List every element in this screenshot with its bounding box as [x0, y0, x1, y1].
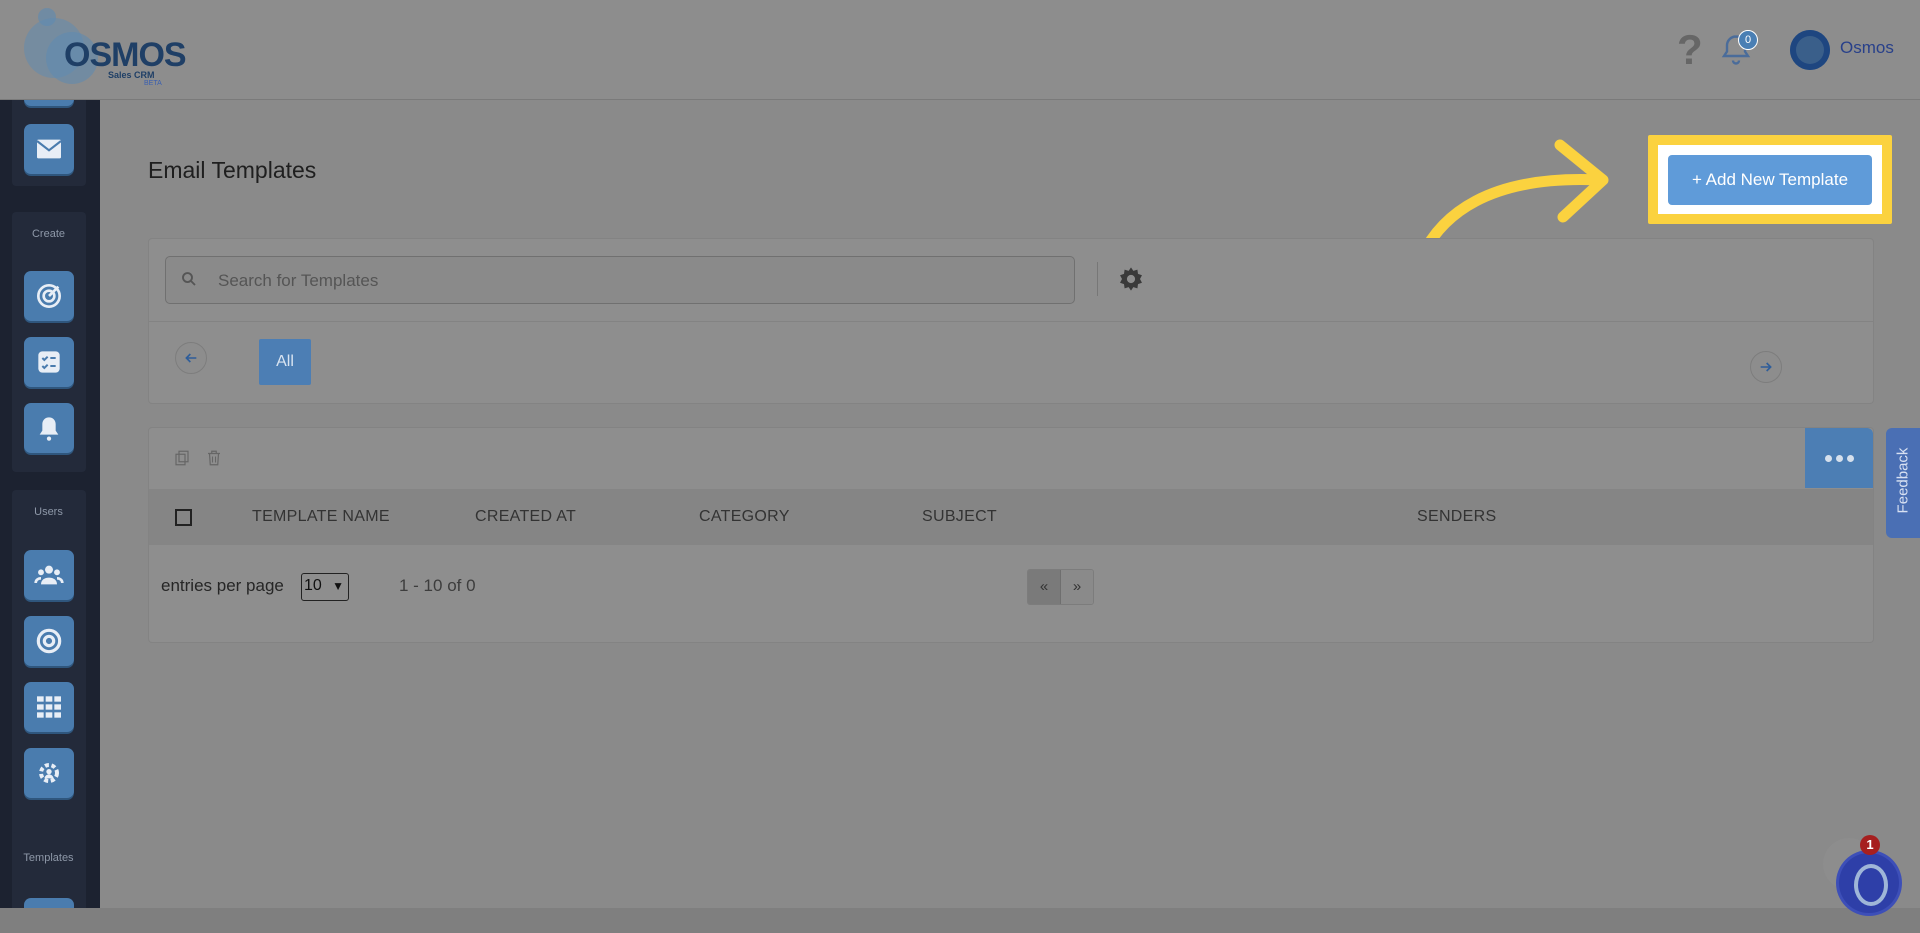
- notification-count-badge: 0: [1738, 30, 1758, 50]
- search-input[interactable]: [216, 269, 1020, 293]
- templates-table-panel: TEMPLATE NAME CREATED AT CATEGORY SUBJEC…: [148, 427, 1874, 643]
- filter-panel: All: [148, 238, 1874, 404]
- prev-page-button[interactable]: «: [1028, 570, 1061, 604]
- pagination-range: 1 - 10 of 0: [399, 576, 476, 595]
- sidebar-section-label: Users: [34, 506, 63, 518]
- divider: [1097, 262, 1098, 296]
- page-title: Email Templates: [148, 157, 317, 183]
- column-header-category[interactable]: CATEGORY: [699, 508, 790, 526]
- sidebar-section-label: Templates: [23, 852, 74, 864]
- search-box: [165, 256, 1075, 304]
- dot: [1835, 454, 1843, 462]
- logo-beta: BETA: [144, 80, 162, 87]
- sidebar-section-label: Create: [31, 228, 66, 240]
- search-icon: [182, 272, 196, 286]
- chat-icon: [1854, 864, 1888, 906]
- filter-chip-all[interactable]: All: [259, 339, 311, 385]
- divider: [149, 321, 1873, 322]
- scroll-left-button[interactable]: [175, 342, 207, 374]
- per-page-select[interactable]: 10 ▼: [301, 573, 349, 601]
- feedback-label: Feedback: [1894, 447, 1912, 514]
- app-logo[interactable]: OSMOS Sales CRM BETA: [24, 8, 187, 92]
- add-new-template-button[interactable]: + Add New Template: [1668, 155, 1872, 205]
- bottom-strip: [0, 908, 1920, 933]
- dot: [1824, 454, 1832, 462]
- help-icon[interactable]: ?: [1677, 26, 1703, 74]
- highlight-frame: + Add New Template: [1648, 135, 1892, 224]
- table-header: TEMPLATE NAME CREATED AT CATEGORY SUBJEC…: [149, 489, 1873, 545]
- alarm-bell-icon[interactable]: [24, 403, 74, 453]
- chat-unread-badge: 1: [1860, 835, 1880, 855]
- sidebar-item-partial[interactable]: [24, 898, 74, 908]
- next-page-button[interactable]: »: [1061, 570, 1093, 604]
- sidebar: Create Users Templates: [0, 100, 100, 908]
- avatar[interactable]: [1790, 30, 1830, 70]
- users-icon[interactable]: [24, 550, 74, 600]
- trash-icon[interactable]: [205, 448, 223, 468]
- checklist-icon[interactable]: [24, 337, 74, 387]
- sidebar-item-partial[interactable]: [24, 100, 74, 106]
- user-name[interactable]: Osmos: [1840, 38, 1894, 58]
- dot: [1846, 454, 1854, 462]
- gear-people-icon[interactable]: [24, 748, 74, 798]
- mail-icon[interactable]: [24, 124, 74, 174]
- logo-subtitle: Sales CRM: [108, 70, 155, 80]
- pagination: « »: [1027, 569, 1094, 605]
- circle-target-icon[interactable]: [24, 616, 74, 666]
- column-header-subject[interactable]: SUBJECT: [922, 508, 997, 526]
- select-all-checkbox[interactable]: [175, 509, 192, 526]
- column-header-template-name[interactable]: TEMPLATE NAME: [252, 508, 390, 526]
- feedback-tab[interactable]: Feedback: [1886, 428, 1920, 538]
- arrow-right-icon: [1760, 362, 1772, 372]
- column-header-created-at[interactable]: CREATED AT: [475, 508, 576, 526]
- gear-icon[interactable]: [1117, 265, 1145, 293]
- more-options-button[interactable]: [1805, 428, 1873, 488]
- target-icon[interactable]: [24, 271, 74, 321]
- copy-icon[interactable]: [173, 449, 191, 467]
- chevron-down-icon: ▼: [332, 579, 344, 593]
- arrow-left-icon: [185, 353, 197, 363]
- chat-launcher-button[interactable]: [1839, 853, 1899, 913]
- entries-per-page-label: entries per page: [161, 576, 284, 595]
- top-header: OSMOS Sales CRM BETA ? 0 Osmos: [0, 0, 1920, 100]
- sidebar-group-templates: [12, 832, 86, 908]
- logo-bubble: [38, 8, 56, 26]
- grid-icon[interactable]: [24, 682, 74, 732]
- per-page-value: 10: [304, 577, 322, 594]
- column-header-senders[interactable]: SENDERS: [1417, 508, 1496, 526]
- scroll-right-button[interactable]: [1750, 351, 1782, 383]
